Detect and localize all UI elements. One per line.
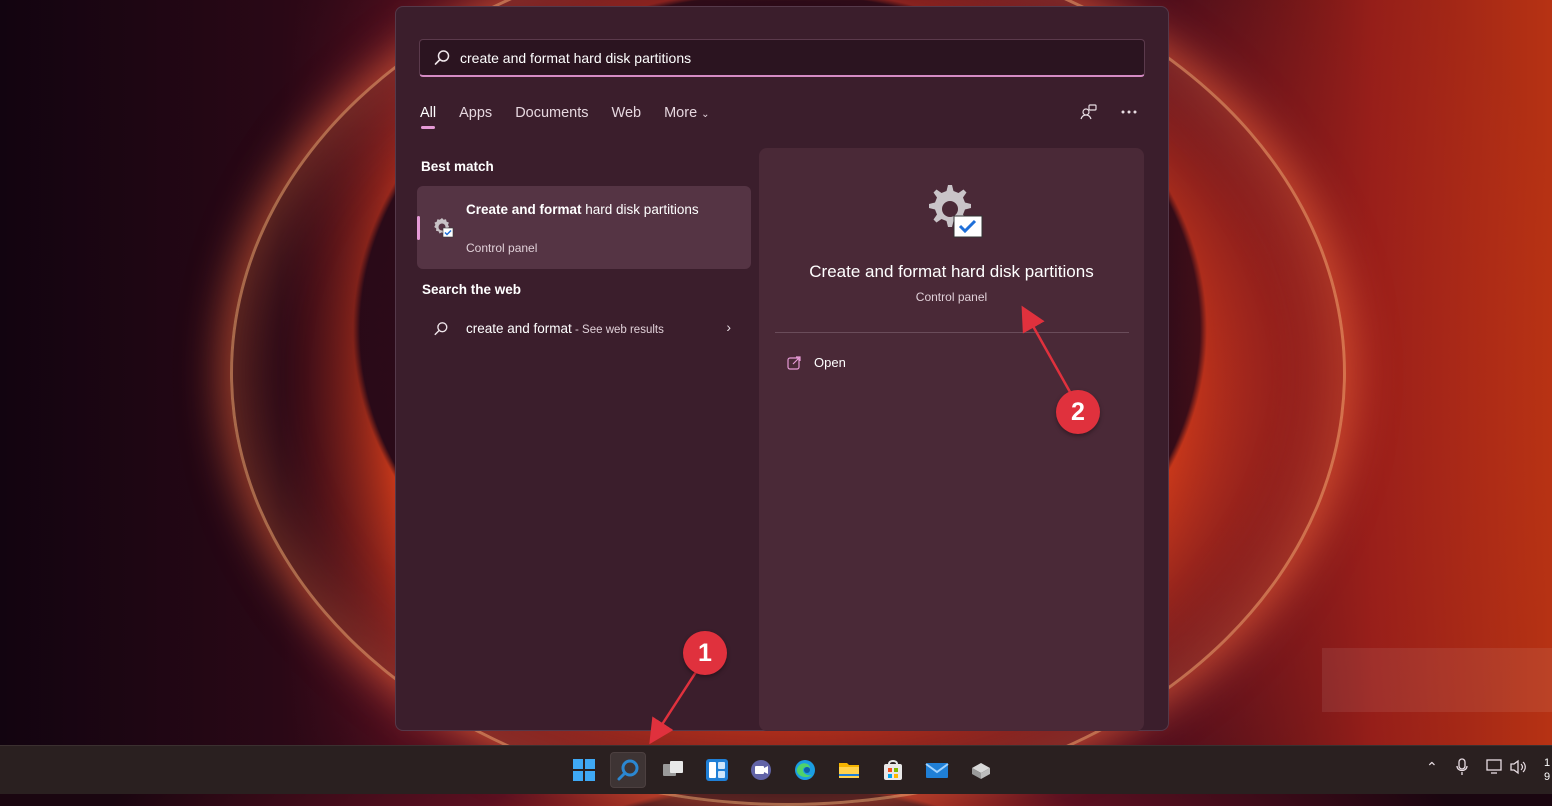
start-button[interactable]	[566, 752, 602, 788]
start-icon	[573, 759, 595, 781]
file-explorer-icon	[839, 763, 859, 778]
tab-apps-label: Apps	[459, 105, 493, 121]
web-result-text: create and format - See web results	[466, 321, 664, 336]
mail-icon	[925, 763, 949, 778]
tab-more[interactable]: More ⌄	[664, 105, 709, 129]
tab-all-label: All	[420, 105, 437, 121]
search-web-heading: Search the web	[422, 282, 522, 297]
preview-subtitle: Control panel	[915, 290, 988, 304]
search-icon	[434, 50, 450, 65]
search-box[interactable]	[419, 39, 1145, 77]
widgets-button[interactable]	[699, 752, 735, 788]
best-match-subtitle: Control panel	[466, 241, 538, 255]
chevron-right-icon[interactable]: ›	[726, 319, 731, 335]
more-options-icon[interactable]	[1120, 103, 1138, 121]
gear-check-icon	[434, 218, 454, 238]
store-icon	[884, 760, 902, 780]
annotation-badge-1: 1	[683, 631, 727, 675]
wallpaper-patch	[1322, 648, 1552, 712]
gear-check-icon	[929, 185, 983, 238]
web-suffix: - See web results	[571, 324, 664, 336]
microphone-icon[interactable]	[1455, 758, 1469, 779]
store-button[interactable]	[875, 752, 911, 788]
file-explorer-button[interactable]	[831, 752, 867, 788]
best-match-result[interactable]: Create and format hard disk partitions C…	[417, 186, 751, 269]
volume-icon[interactable]	[1509, 759, 1527, 778]
open-external-icon	[787, 356, 801, 370]
account-search-icon[interactable]	[1080, 103, 1098, 121]
tab-web-label: Web	[611, 105, 642, 121]
task-view-icon	[663, 761, 683, 776]
best-match-title-bold: Create and format	[466, 202, 582, 217]
mail-button[interactable]	[919, 752, 955, 788]
best-match-title-rest: hard disk partitions	[581, 202, 699, 217]
taskbar: ⌃ 1 9	[0, 745, 1552, 794]
chevron-down-icon: ⌄	[701, 109, 710, 120]
open-action-label: Open	[814, 355, 846, 370]
app-button[interactable]	[963, 752, 999, 788]
header-actions	[1080, 103, 1138, 121]
preview-title: Create and format hard disk partitions	[809, 262, 1094, 281]
chevron-up-icon[interactable]: ⌃	[1426, 759, 1438, 776]
edge-icon	[795, 760, 815, 780]
web-query: create and format	[466, 321, 572, 336]
tab-documents[interactable]: Documents	[515, 105, 588, 129]
teams-chat-button[interactable]	[743, 752, 779, 788]
search-icon	[617, 759, 639, 781]
best-match-heading: Best match	[421, 159, 494, 174]
tab-documents-label: Documents	[515, 105, 589, 121]
network-icon[interactable]	[1486, 759, 1504, 778]
tab-web[interactable]: Web	[612, 105, 642, 129]
tab-all[interactable]: All	[420, 105, 436, 129]
search-tabs: All Apps Documents Web More ⌄	[420, 105, 733, 129]
clock[interactable]: 1 9	[1544, 756, 1552, 784]
widgets-icon	[706, 759, 728, 781]
taskbar-search-button[interactable]	[610, 752, 646, 788]
task-view-button[interactable]	[655, 752, 691, 788]
search-input[interactable]	[460, 46, 1120, 70]
teams-chat-icon	[751, 760, 771, 780]
app-icon	[972, 763, 990, 779]
tab-apps[interactable]: Apps	[459, 105, 492, 129]
tab-more-label: More	[664, 105, 698, 121]
edge-button[interactable]	[787, 752, 823, 788]
divider	[775, 332, 1129, 333]
search-window: All Apps Documents Web More⌄ Best match …	[395, 6, 1169, 731]
search-icon	[434, 322, 448, 336]
best-match-title: Create and format hard disk partitions	[466, 200, 726, 220]
annotation-badge-2: 2	[1056, 390, 1100, 434]
selection-indicator	[417, 216, 420, 240]
web-result[interactable]: create and format - See web results ›	[417, 311, 751, 347]
preview-pane: Create and format hard disk partitions C…	[759, 148, 1144, 731]
